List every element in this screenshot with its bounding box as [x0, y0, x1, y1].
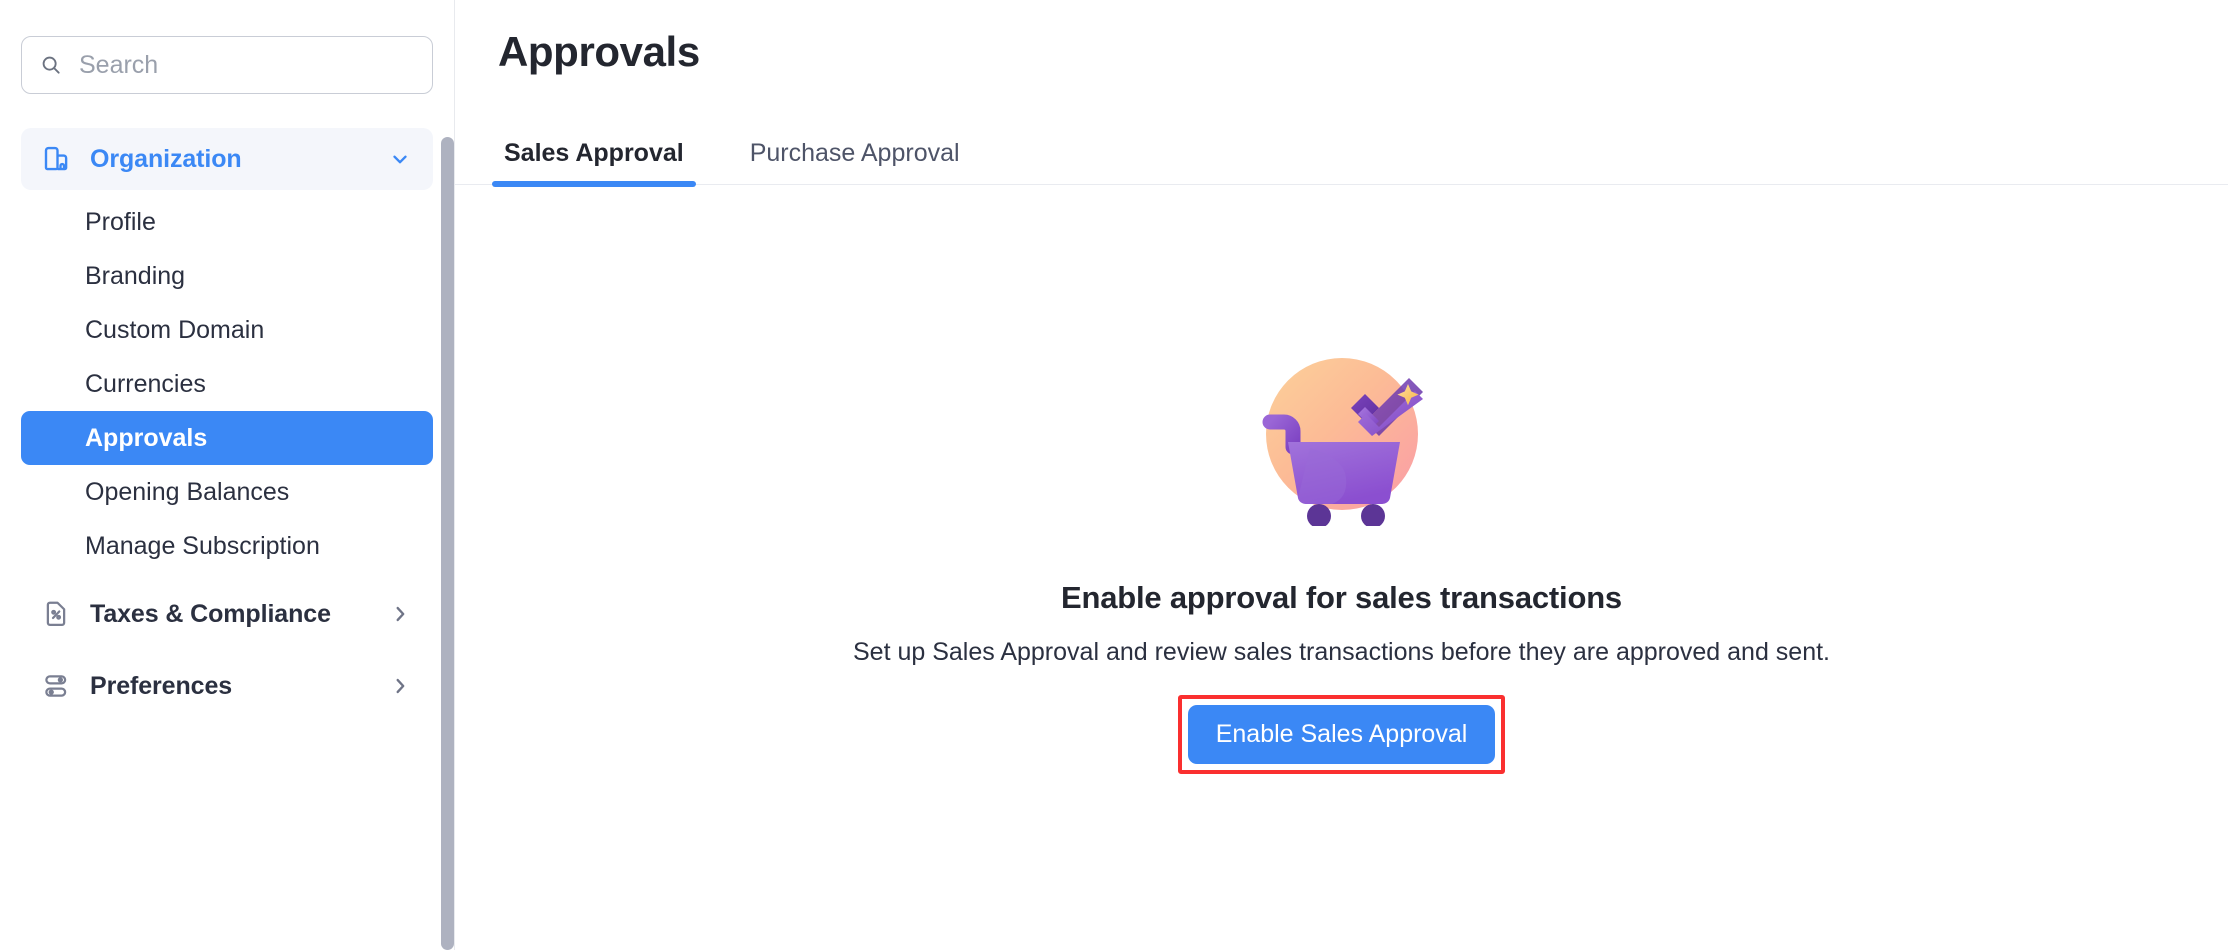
empty-state-title: Enable approval for sales transactions: [1061, 580, 1622, 615]
sidebar-group-taxes-compliance[interactable]: Taxes & Compliance: [21, 583, 433, 645]
sidebar-group-organization[interactable]: Organization: [21, 128, 433, 190]
search-icon: [40, 54, 62, 76]
sidebar-item-currencies[interactable]: Currencies: [21, 357, 433, 411]
sidebar-nav: Organization Profile Branding Custom Dom…: [0, 128, 454, 717]
tab-sales-approval[interactable]: Sales Approval: [492, 139, 696, 187]
preferences-sliders-icon: [41, 671, 71, 701]
main-content: Approvals Sales Approval Purchase Approv…: [455, 0, 2228, 950]
search-box[interactable]: [21, 36, 433, 94]
sidebar-subitems-organization: Profile Branding Custom Domain Currencie…: [21, 195, 433, 573]
sidebar-item-manage-subscription[interactable]: Manage Subscription: [21, 519, 433, 573]
sidebar-item-profile[interactable]: Profile: [21, 195, 433, 249]
app-root: Organization Profile Branding Custom Dom…: [0, 0, 2228, 950]
chevron-right-icon[interactable]: [389, 675, 411, 697]
chevron-right-icon[interactable]: [389, 603, 411, 625]
sidebar-group-label: Organization: [90, 144, 242, 173]
sidebar-group-preferences[interactable]: Preferences: [21, 655, 433, 717]
tax-document-icon: [41, 599, 71, 629]
sidebar-item-branding[interactable]: Branding: [21, 249, 433, 303]
tab-purchase-approval[interactable]: Purchase Approval: [744, 139, 966, 184]
page-title: Approvals: [498, 28, 700, 75]
empty-state: Enable approval for sales transactions S…: [455, 222, 2228, 950]
shopping-cart-check-illustration: [1248, 338, 1436, 528]
empty-state-description: Set up Sales Approval and review sales t…: [853, 638, 1830, 666]
sidebar-group-label: Taxes & Compliance: [90, 599, 331, 628]
organization-icon: [41, 144, 71, 174]
sidebar-group-label: Preferences: [90, 671, 233, 700]
sidebar-scrollbar-thumb[interactable]: [441, 137, 454, 950]
sidebar-item-opening-balances[interactable]: Opening Balances: [21, 465, 433, 519]
sidebar-item-approvals[interactable]: Approvals: [21, 411, 433, 465]
sidebar-item-custom-domain[interactable]: Custom Domain: [21, 303, 433, 357]
search-input[interactable]: [79, 50, 414, 80]
settings-sidebar: Organization Profile Branding Custom Dom…: [0, 0, 455, 950]
tab-bar: Sales Approval Purchase Approval: [455, 121, 2228, 187]
chevron-down-icon[interactable]: [389, 148, 411, 170]
cta-highlight-box: Enable Sales Approval: [1177, 695, 1506, 774]
enable-sales-approval-button[interactable]: Enable Sales Approval: [1187, 705, 1496, 764]
